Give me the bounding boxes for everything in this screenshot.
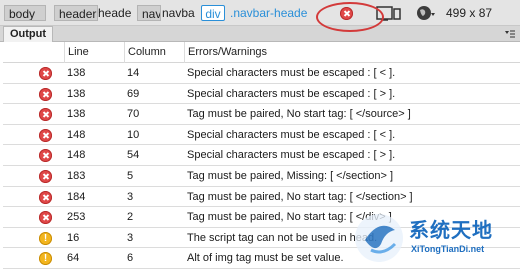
row-message: Special characters must be escaped : [ <… [187, 128, 396, 141]
tab-output[interactable]: Output [3, 26, 53, 42]
table-row[interactable]: 148 54 Special characters must be escaped … [3, 145, 520, 166]
row-message: Tag must be paired, No start tag: [ </se… [187, 190, 413, 203]
table-row[interactable]: 64 6 Alt of img tag must be set value. [3, 248, 520, 269]
row-column: 70 [127, 108, 140, 121]
tag-selector-bar: body header heade nav navba div .navbar-… [0, 0, 520, 26]
error-icon [39, 211, 52, 225]
panel-menu-icon[interactable] [504, 29, 516, 39]
row-line: 138 [67, 108, 86, 121]
panel-tab-bar: Output [0, 26, 520, 42]
row-message: Tag must be paired, Missing: [ </section… [187, 169, 394, 182]
breadcrumb-header[interactable]: header [54, 5, 98, 21]
row-column: 10 [127, 128, 140, 141]
error-circle-icon [39, 190, 52, 204]
breadcrumb-body[interactable]: body [4, 5, 46, 21]
table-header-row: Line Column Errors/Warnings [3, 42, 520, 63]
row-line: 183 [67, 169, 86, 182]
error-circle-icon [39, 87, 52, 101]
breadcrumb-header-truncated[interactable]: heade [98, 5, 132, 21]
row-column: 14 [127, 67, 140, 79]
row-message: Tag must be paired, No start tag: [ </so… [187, 108, 411, 121]
breadcrumb-div[interactable]: div [201, 5, 225, 21]
breadcrumb-nav[interactable]: nav [137, 5, 161, 21]
row-column: 69 [127, 87, 140, 100]
row-line: 138 [67, 67, 86, 79]
header-column[interactable]: Column [124, 42, 184, 63]
header-errors-warnings[interactable]: Errors/Warnings [184, 42, 520, 63]
breadcrumb-navbar-truncated[interactable]: navba [162, 5, 195, 21]
row-line: 16 [67, 231, 80, 244]
breadcrumb-selector-navbar-header[interactable]: .navbar-header [228, 5, 308, 21]
table-row[interactable]: 253 2 Tag must be paired, No start tag: [ … [3, 207, 520, 228]
error-circle-icon [39, 128, 52, 142]
table-row[interactable]: 148 10 Special characters must be escaped … [3, 125, 520, 146]
error-icon [39, 149, 52, 163]
row-line: 138 [67, 87, 86, 100]
error-icon [39, 108, 52, 122]
warning-icon [39, 252, 52, 266]
error-circle-icon [39, 108, 52, 122]
row-column: 54 [127, 149, 140, 162]
row-message: Special characters must be escaped : [ >… [187, 87, 396, 100]
row-column: 3 [127, 231, 134, 244]
row-line: 148 [67, 149, 86, 162]
row-line: 64 [67, 252, 80, 265]
row-column: 6 [127, 252, 134, 265]
error-icon [39, 128, 52, 142]
table-row[interactable]: 138 70 Tag must be paired, No start tag: [… [3, 104, 520, 125]
table-row[interactable]: 138 69 Special characters must be escaped … [3, 84, 520, 105]
error-icon[interactable] [340, 7, 353, 20]
warning-icon [39, 231, 52, 245]
table-row[interactable]: 183 5 Tag must be paired, Missing: [ </sec… [3, 166, 520, 187]
table-row[interactable]: 16 3 The script tag can not be used in hea… [3, 228, 520, 249]
row-column: 3 [127, 190, 134, 203]
error-circle-icon [340, 7, 353, 20]
output-table: Line Column Errors/Warnings 138 14 Special… [3, 42, 520, 270]
error-circle-icon [39, 149, 52, 163]
row-column: 2 [127, 211, 134, 224]
row-line: 148 [67, 128, 86, 141]
viewport-size-readout[interactable]: 499 x 87 [446, 5, 492, 21]
table-row[interactable]: 184 3 Tag must be paired, No start tag: [ … [3, 187, 520, 208]
row-line: 184 [67, 190, 86, 203]
row-line: 253 [67, 211, 86, 224]
error-icon [39, 67, 52, 80]
error-icon [39, 87, 52, 101]
row-message: Tag must be paired, No start tag: [ </di… [187, 211, 392, 224]
error-circle-icon [39, 169, 52, 183]
header-line[interactable]: Line [64, 42, 124, 63]
row-message: The script tag can not be used in head. [187, 231, 378, 244]
header-type-column[interactable] [3, 42, 64, 63]
warning-circle-icon [39, 231, 52, 245]
row-message: Special characters must be escaped : [ >… [187, 149, 396, 162]
error-circle-icon [39, 67, 52, 80]
error-icon [39, 169, 52, 183]
browser-preview-icon[interactable] [416, 5, 436, 21]
error-circle-icon [39, 211, 52, 225]
row-message: Special characters must be escaped : [ <… [187, 67, 396, 79]
device-preview-icon[interactable] [376, 6, 402, 21]
row-column: 5 [127, 169, 134, 182]
warning-circle-icon [39, 252, 52, 266]
table-body: 138 14 Special characters must be escaped … [3, 63, 520, 269]
row-message: Alt of img tag must be set value. [187, 252, 344, 265]
table-row[interactable]: 138 14 Special characters must be escaped … [3, 63, 520, 84]
error-icon [39, 190, 52, 204]
